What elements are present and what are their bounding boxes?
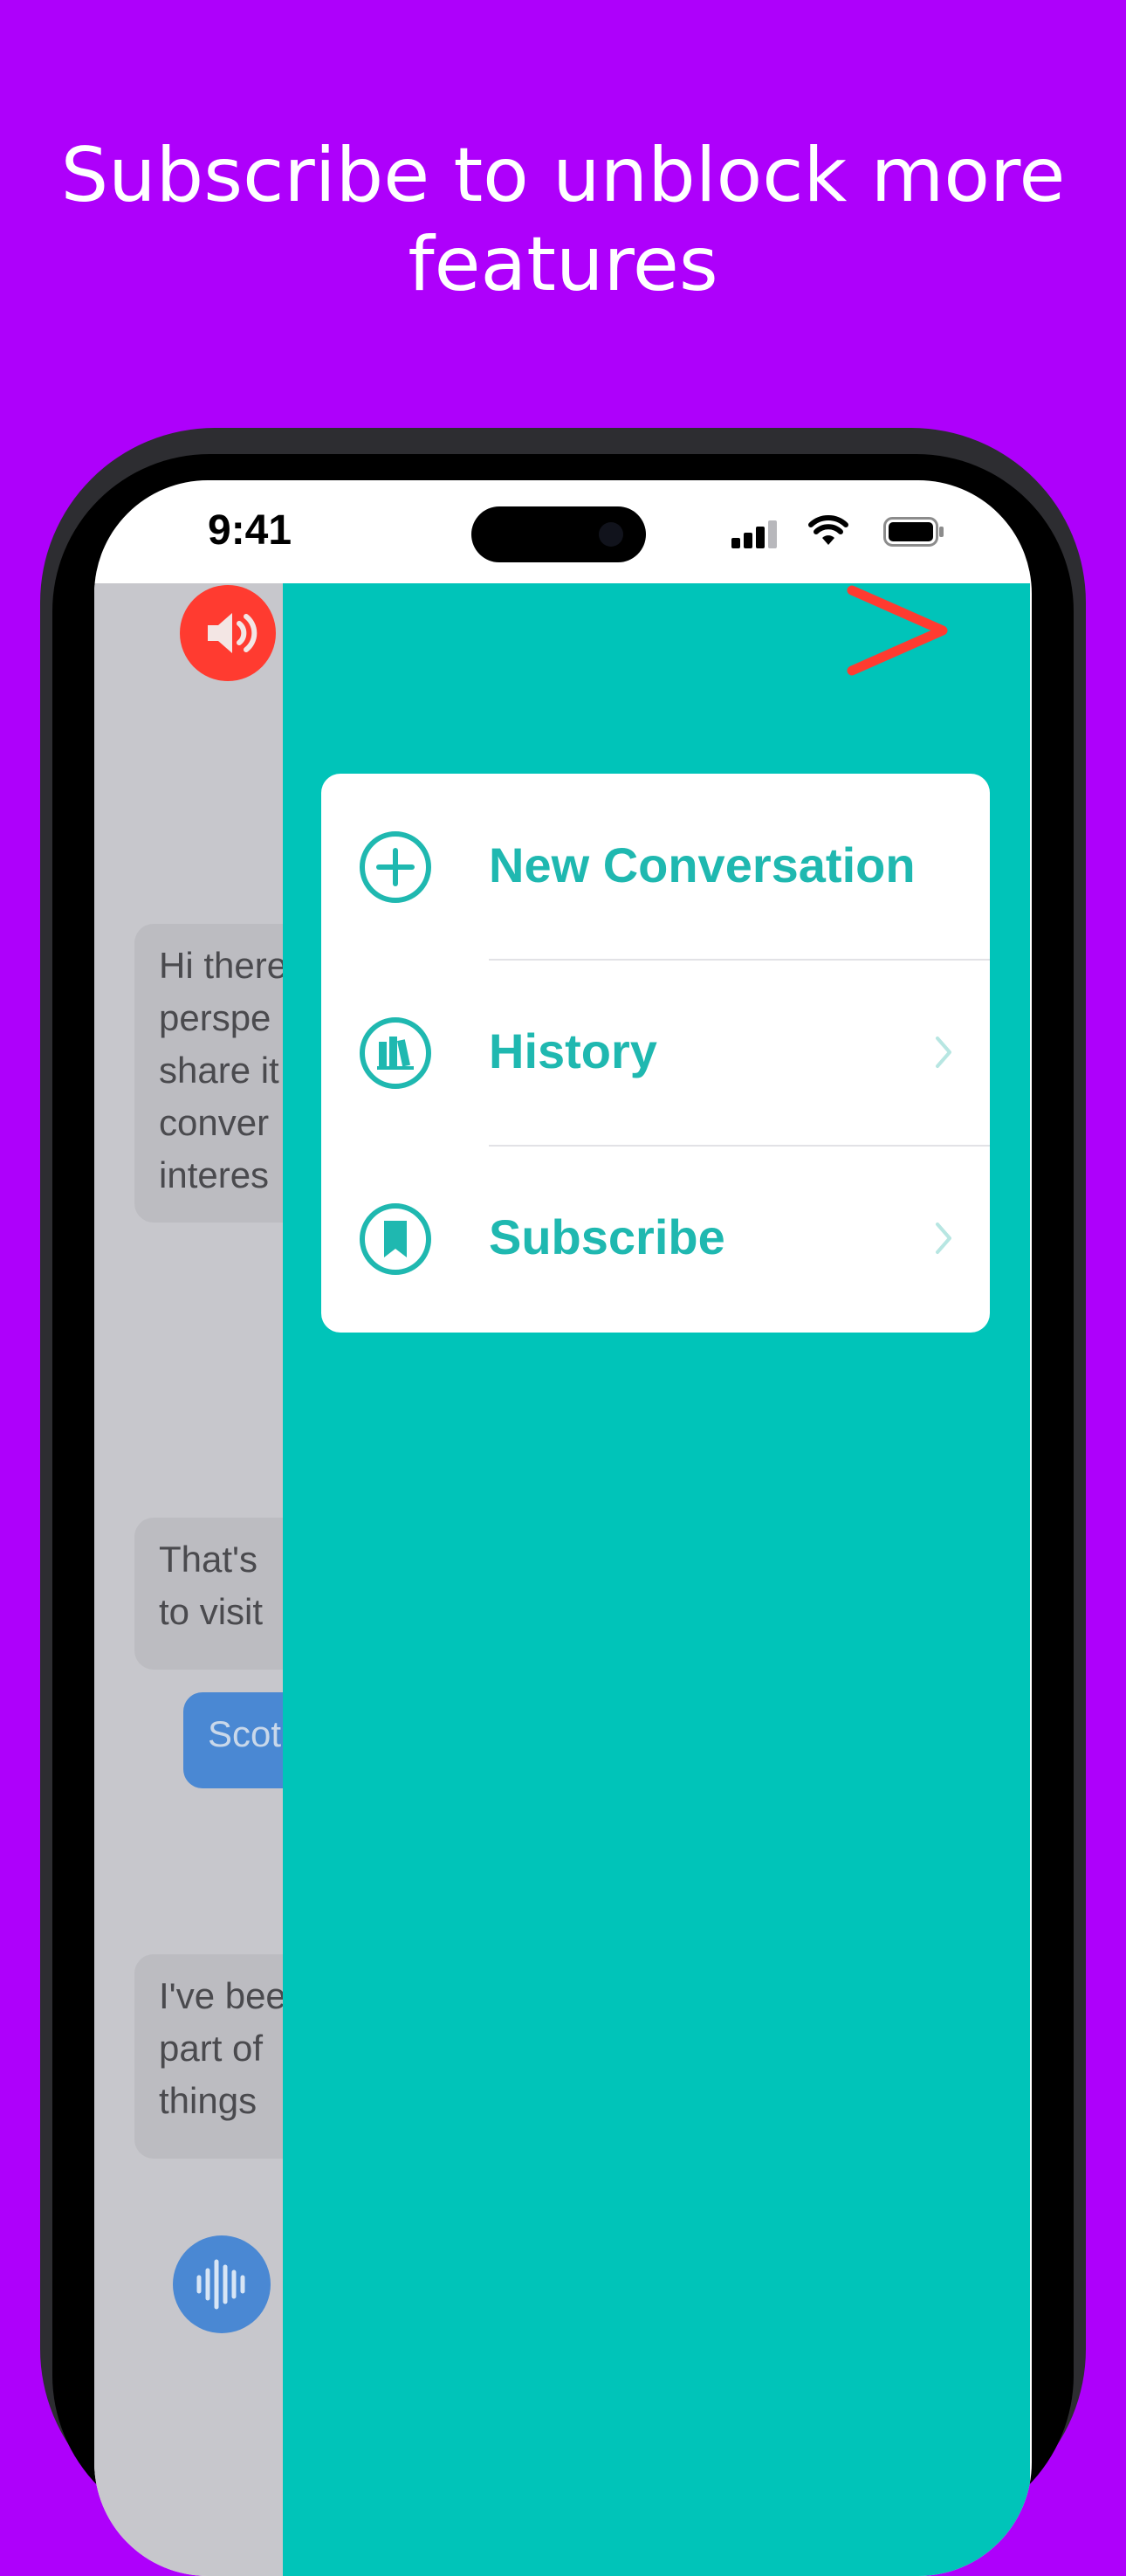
bookmark-circle-icon xyxy=(360,1203,431,1275)
menu-item-label: History xyxy=(489,1023,657,1078)
cellular-signal-icon xyxy=(731,520,777,548)
camera-lens xyxy=(599,522,623,547)
phone-screen: 9:41 Hi there perspe share it conver int… xyxy=(94,480,1032,2576)
dynamic-island xyxy=(471,506,646,562)
headline: Subscribe to unblock more features xyxy=(60,132,1066,308)
voice-input-button[interactable] xyxy=(173,2235,271,2333)
menu-item-label: New Conversation xyxy=(489,837,916,892)
chevron-right-icon[interactable] xyxy=(845,585,951,676)
side-menu-drawer: New Conversation History Subscribe xyxy=(283,583,1030,2576)
waveform-icon xyxy=(196,2259,245,2310)
status-time: 9:41 xyxy=(208,507,292,554)
chevron-right-icon xyxy=(936,1223,951,1254)
books-icon xyxy=(360,1017,431,1089)
wifi-icon xyxy=(808,515,848,545)
plus-circle-icon xyxy=(360,831,431,903)
speaker-icon xyxy=(208,613,257,653)
battery-icon xyxy=(883,517,944,547)
speaker-button[interactable] xyxy=(180,585,276,681)
chat-panel: Hi there perspe share it conver interes … xyxy=(94,583,335,2576)
menu-item-new-conversation[interactable]: New Conversation xyxy=(321,774,990,960)
menu-item-subscribe[interactable]: Subscribe xyxy=(321,1146,990,1332)
menu-card: New Conversation History Subscribe xyxy=(321,774,990,1333)
chevron-right-icon xyxy=(936,1037,951,1068)
app-content: Hi there perspe share it conver interes … xyxy=(94,583,1032,2576)
menu-item-label: Subscribe xyxy=(489,1209,725,1264)
menu-item-history[interactable]: History xyxy=(321,960,990,1146)
